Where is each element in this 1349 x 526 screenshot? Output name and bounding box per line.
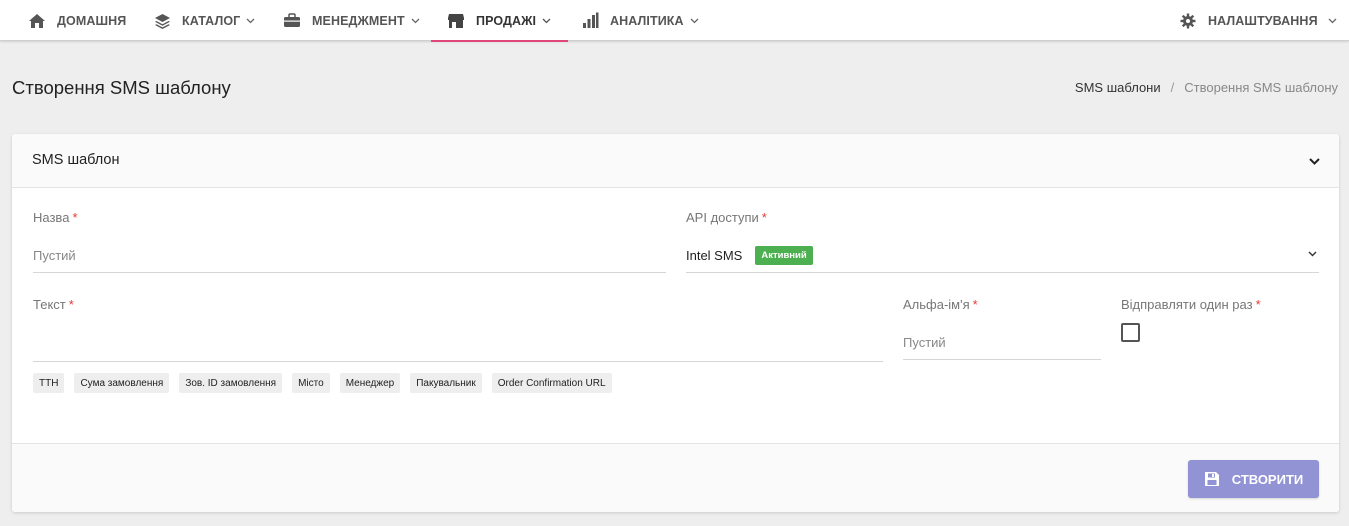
nav-item-analytics[interactable]: АНАЛІТИКА [581,0,699,41]
nav-item-settings[interactable]: НАЛАШТУВАННЯ [1179,0,1337,41]
chip-city[interactable]: Місто [292,373,330,393]
chevron-down-icon [542,18,551,24]
nav-item-label: НАЛАШТУВАННЯ [1208,13,1318,28]
nav-item-label: АНАЛІТИКА [610,13,684,28]
nav-item-label: МЕНЕДЖМЕНТ [312,13,405,28]
chip-packer[interactable]: Пакувальник [410,373,482,393]
name-field[interactable] [33,239,666,273]
name-label: Назва * [33,210,78,225]
sms-template-card: SMS шаблон Назва* API доступи* Intel SMS… [12,134,1339,512]
api-access-value: Intel SMS [686,248,743,263]
breadcrumb-separator: / [1170,80,1175,95]
breadcrumb-link-sms-templates[interactable]: SMS шаблони [1075,80,1161,95]
layers-icon [153,12,171,30]
create-button-label: СТВОРИТИ [1231,471,1304,487]
chip-manager[interactable]: Менеджер [339,373,401,393]
required-mark: * [72,210,78,225]
chip-ttn[interactable]: ТТН [33,373,65,393]
card-title: SMS шаблон [32,152,120,168]
required-mark: * [1255,297,1261,312]
chevron-down-icon [411,18,420,24]
create-button[interactable]: СТВОРИТИ [1188,460,1319,498]
nav-item-management[interactable]: МЕНЕДЖМЕНТ [283,0,420,41]
nav-item-label: ПРОДАЖІ [476,13,537,28]
nav-item-home[interactable]: ДОМАШНЯ [28,0,126,41]
breadcrumb-current: Створення SMS шаблону [1184,80,1338,95]
required-mark: * [761,210,767,225]
nav-item-sales[interactable]: ПРОДАЖІ [431,0,569,42]
api-access-select[interactable]: Intel SMS Активний [686,239,1319,273]
name-input[interactable] [33,248,666,263]
text-field[interactable] [33,328,883,362]
text-input[interactable] [33,337,883,352]
home-icon [28,12,46,30]
chip-order-sum[interactable]: Сума замовлення [74,373,170,393]
alpha-name-input[interactable] [903,335,1101,350]
status-badge: Активний [755,246,813,265]
card-header[interactable]: SMS шаблон [12,134,1339,188]
chevron-down-icon [1328,18,1337,24]
gear-icon [1179,12,1197,30]
send-once-checkbox[interactable] [1121,323,1140,342]
required-mark: * [68,297,74,312]
alpha-name-label: Альфа-ім'я * [903,297,978,312]
chevron-down-icon [690,18,699,24]
bar-chart-icon [581,12,599,30]
nav-item-label: ДОМАШНЯ [57,13,127,28]
chevron-down-icon [246,18,255,24]
chip-external-order-id[interactable]: Зов. ID замовлення [179,373,283,393]
required-mark: * [972,297,978,312]
send-once-label: Відправляти один раз * [1121,297,1261,312]
nav-item-label: КАТАЛОГ [182,13,241,28]
chip-order-confirmation-url[interactable]: Order Confirmation URL [491,373,612,393]
text-label: Текст * [33,297,74,312]
page-title: Створення SMS шаблону [12,77,231,98]
nav-item-catalog[interactable]: КАТАЛОГ [153,0,255,41]
api-access-selected: Intel SMS Активний [686,246,813,265]
collapse-chevron-icon[interactable] [1307,154,1321,168]
template-variable-chips: ТТН Сума замовлення Зов. ID замовлення М… [33,373,612,393]
card-footer: СТВОРИТИ [12,443,1339,512]
breadcrumb: SMS шаблони / Створення SMS шаблону [1075,80,1338,95]
chevron-down-icon [1308,251,1317,257]
save-icon [1204,471,1220,487]
api-access-label: API доступи * [686,210,767,225]
top-navbar: ДОМАШНЯ КАТАЛОГ МЕНЕДЖМЕНТ ПРОДАЖІ АНАЛІ… [0,0,1349,42]
store-icon [447,12,465,30]
alpha-name-field[interactable] [903,326,1101,360]
briefcase-icon [283,12,301,30]
